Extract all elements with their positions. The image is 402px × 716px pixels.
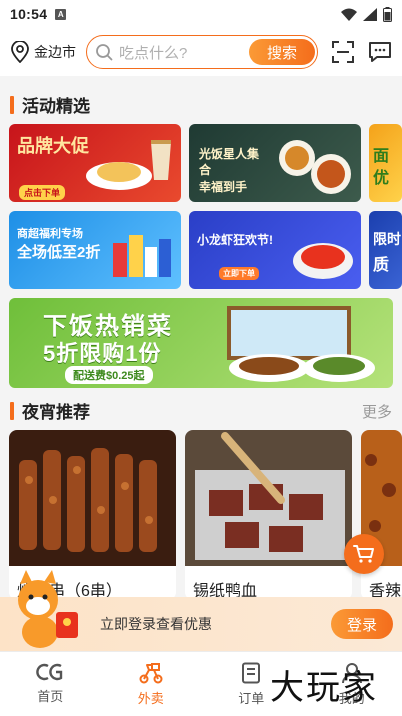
banner-title: 面	[373, 148, 390, 165]
login-button[interactable]: 登录	[331, 609, 393, 639]
section-title-text: 活动精选	[22, 97, 90, 116]
food-image-duck-blood	[185, 430, 352, 566]
dishes-window-icon	[227, 306, 375, 382]
more-link[interactable]: 更多	[362, 401, 392, 422]
banner-delivery-fee: 配送费$0.25起	[65, 366, 153, 384]
section-late-night-title: 夜宵推荐	[10, 398, 90, 423]
food-name: 香辣	[369, 583, 402, 600]
watermark: 大玩家	[270, 668, 378, 708]
food-name: 锡纸鸭血	[193, 583, 258, 600]
tab-home[interactable]: 首页	[0, 652, 101, 716]
banner-supermarket[interactable]: 商超福利专场 全场低至2折	[9, 211, 181, 289]
section-title-text: 夜宵推荐	[22, 403, 90, 422]
location-selector[interactable]: 金边市	[10, 41, 86, 63]
main-content[interactable]: 活动精选 品牌大促 点击下单 光饭星人集合 幸福到手 面 优 商超福利专场 全场…	[0, 76, 402, 651]
banner-subtitle: 5折限购1份	[43, 341, 162, 366]
crayfish-dish-icon	[293, 243, 353, 279]
search-button[interactable]: 搜索	[249, 39, 315, 65]
location-pin-icon	[11, 41, 29, 63]
drink-cup-icon	[151, 140, 171, 180]
food-bowls-icon	[279, 140, 351, 194]
banner-subtitle: 全场低至2折	[17, 244, 101, 261]
banner-crayfish-festival[interactable]: 小龙虾狂欢节! 立即下单	[189, 211, 361, 289]
tab-delivery[interactable]: 外卖	[101, 652, 202, 716]
food-image-skewers	[9, 430, 176, 566]
section-activities-title: 活动精选	[10, 92, 90, 117]
search-input[interactable]: 吃点什么?	[119, 42, 249, 63]
banner-rice-lovers[interactable]: 光饭星人集合 幸福到手	[189, 124, 361, 202]
banner-cta: 点击下单	[19, 185, 66, 200]
banner-title: 小龙虾狂欢节!	[197, 233, 273, 247]
banner-title: 光饭星人集合	[199, 147, 260, 177]
scan-icon[interactable]	[332, 41, 354, 63]
tab-label: 订单	[238, 691, 265, 706]
banner-title: 品牌大促	[17, 136, 89, 156]
delivery-icon	[139, 663, 163, 684]
food-card[interactable]: 锡纸鸭血	[185, 430, 352, 600]
grocery-goods-icon	[113, 235, 171, 277]
tab-label: 外卖	[137, 691, 164, 706]
login-prompt-text: 立即登录查看优惠	[100, 616, 212, 632]
home-icon	[36, 663, 63, 681]
top-header: 金边市 吃点什么? 搜索	[0, 28, 402, 76]
search-bar[interactable]: 吃点什么? 搜索	[86, 35, 318, 69]
battery-icon	[383, 6, 392, 22]
order-icon	[242, 662, 261, 684]
banner-title: 商超福利专场	[17, 228, 83, 240]
banner-partial-right-1[interactable]: 面 优	[369, 124, 402, 202]
banner-subtitle: 质	[373, 257, 390, 274]
status-bar: 10:54 A	[0, 0, 402, 28]
banner-partial-right-2[interactable]: 限时 质	[369, 211, 402, 289]
tab-label: 首页	[37, 689, 64, 704]
sim-icon: A	[55, 8, 67, 20]
banner-cta: 立即下单	[219, 267, 259, 280]
wifi-icon	[341, 8, 357, 21]
banner-subtitle: 幸福到手	[199, 180, 248, 194]
food-card[interactable]: 香辣	[361, 430, 402, 600]
section-accent-bar	[10, 401, 14, 420]
message-icon[interactable]	[368, 41, 392, 63]
banner-hot-dishes[interactable]: 下饭热销菜 5折限购1份 配送费$0.25起	[9, 298, 393, 388]
section-accent-bar	[10, 95, 14, 114]
banner-subtitle: 优	[373, 170, 390, 187]
banner-title: 限时	[373, 231, 401, 247]
status-time: 10:54	[10, 6, 48, 22]
location-label: 金边市	[34, 44, 76, 60]
banner-brand-promo[interactable]: 品牌大促 点击下单	[9, 124, 181, 202]
food-plate-icon	[86, 162, 152, 190]
cart-button[interactable]	[344, 534, 384, 574]
signal-icon	[363, 7, 377, 21]
search-icon	[96, 44, 113, 61]
mascot-icon	[18, 570, 78, 648]
cart-icon	[353, 545, 374, 563]
